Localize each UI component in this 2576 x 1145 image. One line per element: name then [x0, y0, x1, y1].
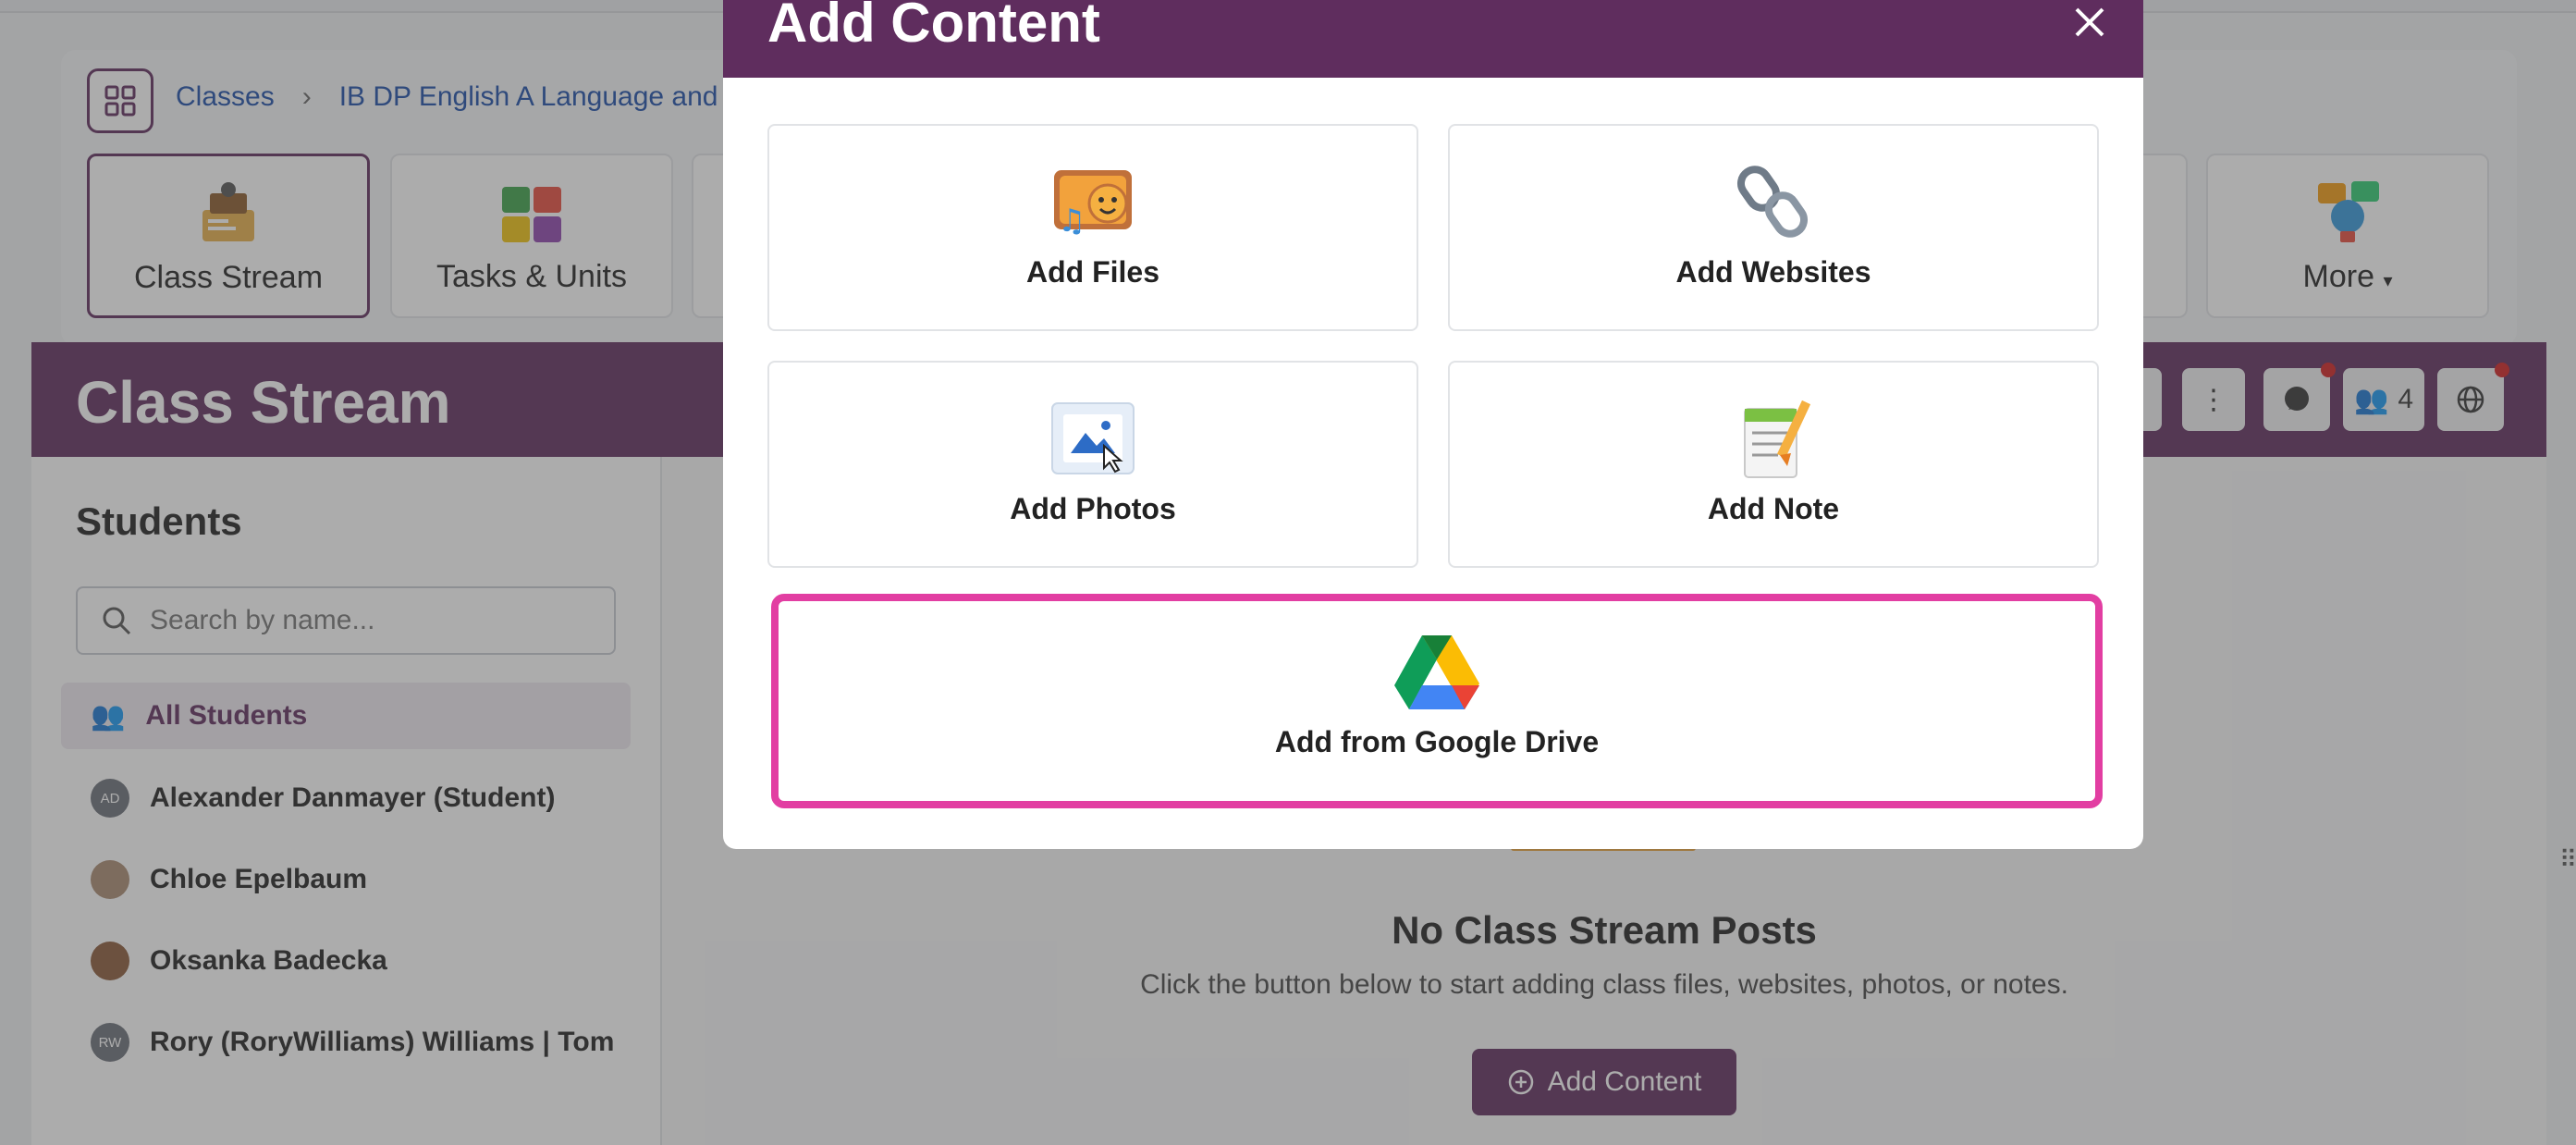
add-websites-option[interactable]: Add Websites	[1448, 124, 2099, 331]
photo-icon	[1047, 400, 1139, 477]
add-note-option[interactable]: Add Note	[1448, 361, 2099, 568]
theater-masks-icon: ♫	[1047, 163, 1139, 240]
modal-header: Add Content	[723, 0, 2143, 78]
option-label: Add Files	[1025, 255, 1159, 289]
modal-title: Add Content	[767, 0, 1100, 54]
close-icon	[2075, 7, 2104, 37]
add-files-option[interactable]: ♫ Add Files	[767, 124, 1418, 331]
option-label: Add Note	[1707, 492, 1840, 525]
add-from-google-drive-option[interactable]: Add from Google Drive	[771, 594, 2103, 808]
close-button[interactable]	[2066, 0, 2114, 46]
option-label: Add Photos	[1010, 492, 1176, 525]
add-photos-option[interactable]: Add Photos	[767, 361, 1418, 568]
add-content-modal: Add Content ♫ Add Files Add Websites Add…	[723, 0, 2143, 849]
option-label: Add from Google Drive	[1274, 725, 1600, 758]
google-drive-icon	[1391, 633, 1483, 710]
option-label: Add Websites	[1675, 255, 1871, 289]
svg-text:♫: ♫	[1058, 203, 1086, 239]
chain-link-icon	[1727, 163, 1820, 240]
note-pencil-icon	[1727, 400, 1820, 478]
